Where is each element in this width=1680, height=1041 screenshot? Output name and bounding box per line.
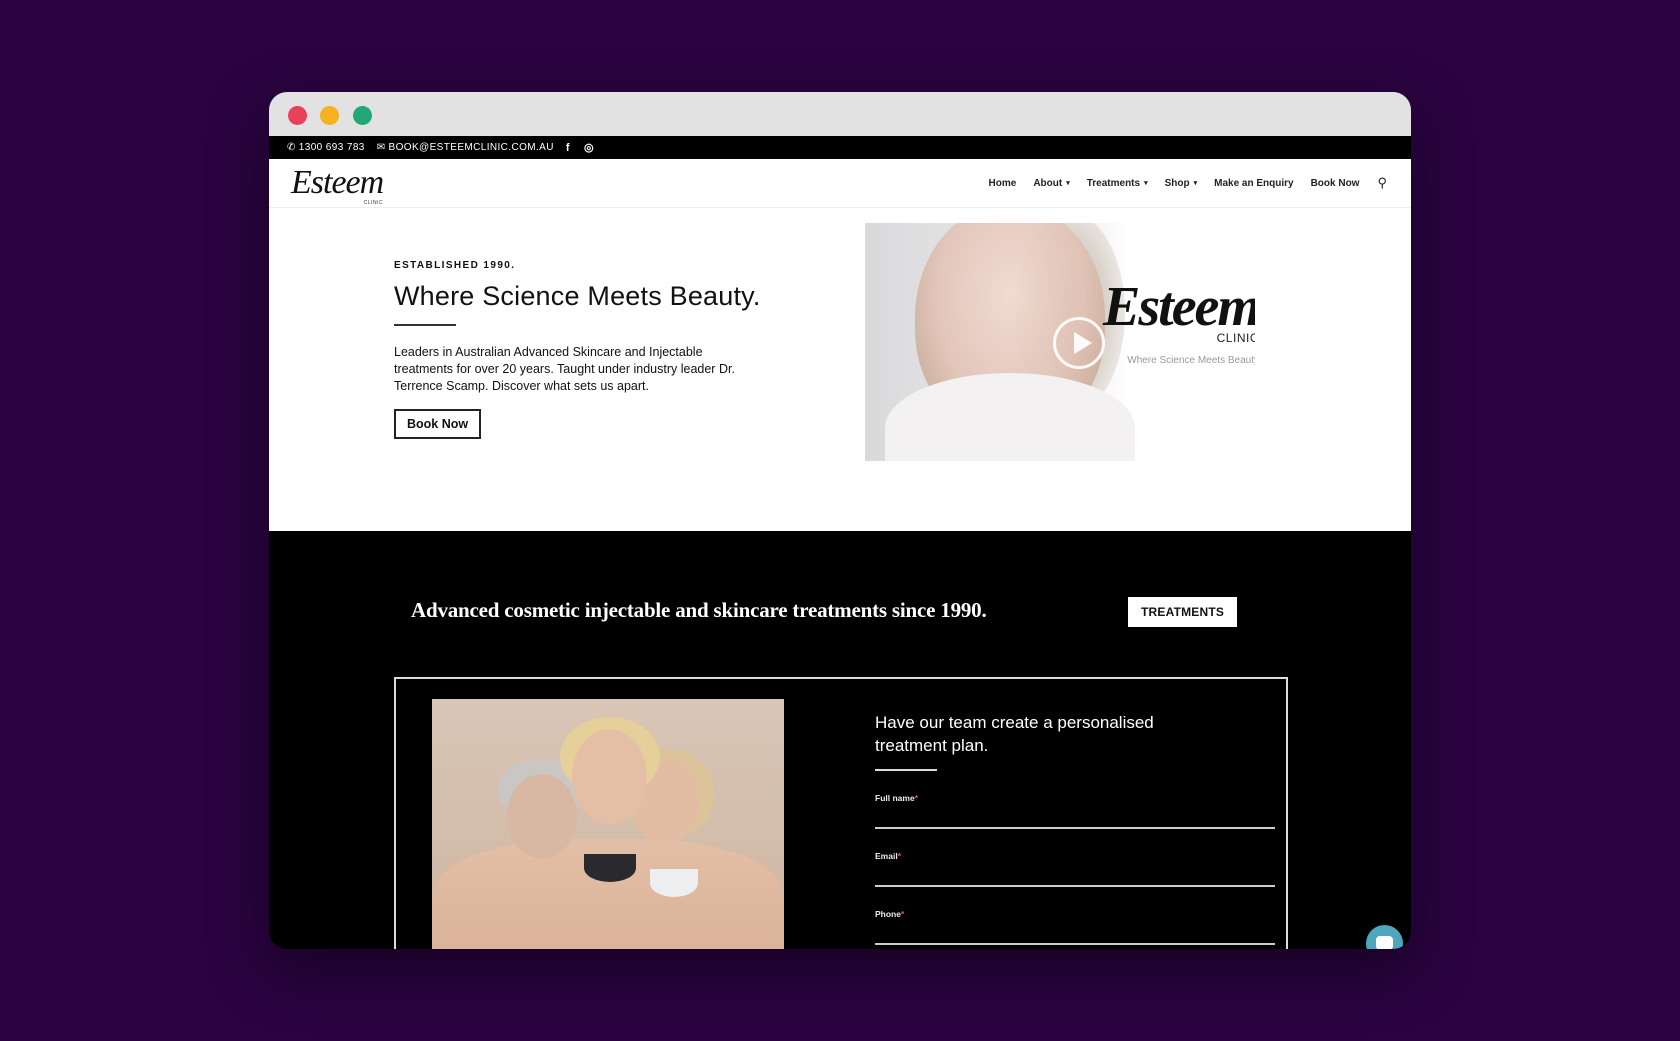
facebook-icon[interactable]: f <box>566 142 570 154</box>
full-name-input[interactable] <box>875 803 1275 829</box>
hero-eyebrow: ESTABLISHED 1990. <box>394 260 516 271</box>
logo-text: Esteem <box>291 164 384 201</box>
nav-make-an-enquiry[interactable]: Make an Enquiry <box>1214 178 1293 189</box>
chevron-down-icon: ▾ <box>1066 180 1070 187</box>
enquiry-box: Have our team create a personalised trea… <box>394 677 1288 949</box>
intro-video[interactable]: Esteem CLINIC Where Science Meets Beauty <box>865 223 1255 461</box>
browser-titlebar <box>269 92 1411 136</box>
browser-window: ✆ 1300 693 783 ✉ BOOK@ESTEEMCLINIC.COM.A… <box>269 92 1411 949</box>
hero-title: Where Science Meets Beauty. <box>394 281 761 311</box>
phone-number: 1300 693 783 <box>298 142 365 153</box>
nav-shop-label: Shop <box>1164 177 1190 189</box>
nav-about-label: About <box>1033 177 1063 189</box>
video-logo-text: Esteem <box>1103 276 1255 338</box>
email-link[interactable]: ✉ BOOK@ESTEEMCLINIC.COM.AU <box>377 142 554 153</box>
nav-enquiry-label: Make an Enquiry <box>1214 177 1294 189</box>
full-name-field: Full name* <box>875 793 1275 829</box>
envelope-icon: ✉ <box>376 142 386 153</box>
nav-book-label: Book Now <box>1310 177 1360 189</box>
title-divider <box>394 324 456 326</box>
email-field: Email* <box>875 851 1275 887</box>
email-label: Email* <box>875 851 1275 861</box>
play-icon[interactable] <box>1053 317 1105 369</box>
phone-input[interactable] <box>875 919 1275 945</box>
nav-book-now[interactable]: Book Now <box>1311 178 1360 189</box>
phone-link[interactable]: ✆ 1300 693 783 <box>287 142 365 153</box>
form-title: Have our team create a personalised trea… <box>875 713 1154 755</box>
maximize-window-button[interactable] <box>353 106 372 125</box>
chevron-down-icon: ▾ <box>1144 180 1148 187</box>
hero-section: ESTABLISHED 1990. Where Science Meets Be… <box>269 208 1411 531</box>
email-input[interactable] <box>875 861 1275 887</box>
site-logo[interactable]: Esteem CLINIC <box>291 164 384 206</box>
phone-label-text: Phone <box>875 909 901 919</box>
video-logo: Esteem CLINIC Where Science Meets Beauty <box>1103 279 1255 366</box>
women-photo <box>432 699 784 949</box>
nav-about[interactable]: About ▾ <box>1033 178 1069 189</box>
treatments-button[interactable]: TREATMENTS <box>1128 597 1238 627</box>
nav-treatments[interactable]: Treatments ▾ <box>1087 178 1148 189</box>
nav-home-label: Home <box>988 177 1017 189</box>
book-now-button[interactable]: Book Now <box>394 409 482 439</box>
required-marker: * <box>914 793 918 803</box>
phone-label: Phone* <box>875 909 1275 919</box>
nav-treatments-label: Treatments <box>1086 177 1141 189</box>
main-nav: Home About ▾ Treatments ▾ Shop ▾ Make an En… <box>972 175 1387 191</box>
logo-subtext: CLINIC <box>363 200 384 206</box>
cta-heading: Advanced cosmetic injectable and skincar… <box>411 598 987 622</box>
photo-detail-light <box>650 869 698 897</box>
close-window-button[interactable] <box>288 106 307 125</box>
photo-detail-dark <box>584 854 636 882</box>
instagram-icon[interactable]: ◎ <box>584 141 594 154</box>
nav-shop[interactable]: Shop ▾ <box>1165 178 1198 189</box>
email-label-text: Email <box>875 851 898 861</box>
phone-icon: ✆ <box>287 142 296 153</box>
treatments-section: Advanced cosmetic injectable and skincar… <box>269 531 1411 949</box>
email-address: BOOK@ESTEEMCLINIC.COM.AU <box>388 142 554 153</box>
minimize-window-button[interactable] <box>320 106 339 125</box>
form-divider <box>875 769 937 771</box>
full-name-label-text: Full name <box>875 793 915 803</box>
photo-face-2 <box>572 729 647 824</box>
hero-text: ESTABLISHED 1990. Where Science Meets Be… <box>394 260 814 439</box>
required-marker: * <box>897 851 901 861</box>
video-tagline: Where Science Meets Beauty <box>1127 355 1255 366</box>
nav-home[interactable]: Home <box>989 178 1017 189</box>
full-name-label: Full name* <box>875 793 1275 803</box>
phone-field: Phone* <box>875 909 1275 945</box>
contact-topbar: ✆ 1300 693 783 ✉ BOOK@ESTEEMCLINIC.COM.A… <box>269 136 1411 159</box>
enquiry-form: Have our team create a personalised trea… <box>875 711 1275 945</box>
chevron-down-icon: ▾ <box>1193 180 1198 187</box>
photo-face-1 <box>507 774 577 859</box>
site-header: Esteem CLINIC Home About ▾ Treatments ▾ Sh… <box>269 159 1411 208</box>
hero-description: Leaders in Australian Advanced Skincare … <box>394 345 735 393</box>
required-marker: * <box>900 909 905 919</box>
search-icon[interactable]: ⚲ <box>1377 175 1387 191</box>
